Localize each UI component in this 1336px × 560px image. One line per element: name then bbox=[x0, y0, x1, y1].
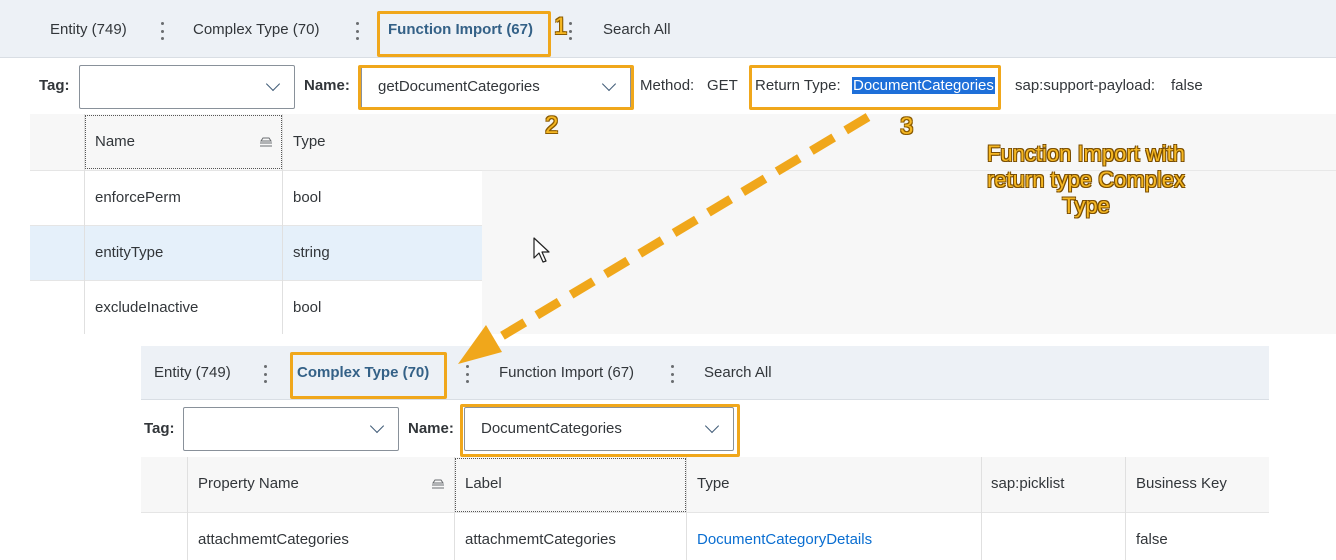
method-value: GET bbox=[707, 77, 738, 94]
annotation-step-2: 2 bbox=[545, 112, 559, 139]
annotation-box-return-type bbox=[749, 65, 1001, 110]
annotation-callout: Function Import with return type Complex… bbox=[986, 141, 1186, 218]
tab-overflow-icon[interactable] bbox=[465, 365, 469, 383]
column-header-label[interactable]: Label bbox=[465, 475, 502, 492]
method-label: Method: bbox=[640, 77, 695, 94]
annotation-step-1: 1 bbox=[554, 13, 568, 40]
type-link[interactable]: DocumentCategoryDetails bbox=[697, 531, 872, 548]
support-payload-value: false bbox=[1171, 77, 1203, 94]
table-cell: excludeInactive bbox=[95, 299, 199, 316]
annotation-box-name-select bbox=[358, 65, 634, 110]
tag-label: Tag: bbox=[144, 420, 175, 437]
annotation-box-function-import-tab bbox=[377, 11, 551, 57]
tag-label: Tag: bbox=[39, 77, 70, 94]
column-header-type[interactable]: Type bbox=[293, 133, 326, 150]
annotation-box-complex-type-tab bbox=[290, 352, 447, 399]
sort-ascending-icon bbox=[260, 137, 272, 147]
column-header-type[interactable]: Type bbox=[697, 475, 730, 492]
column-header-picklist[interactable]: sap:picklist bbox=[991, 475, 1064, 492]
mouse-cursor-icon bbox=[533, 237, 550, 263]
table-cell: enforcePerm bbox=[95, 189, 181, 206]
name-label: Name: bbox=[304, 77, 350, 94]
table-cell: bool bbox=[293, 299, 322, 316]
table-cell: entityType bbox=[95, 244, 164, 261]
table-cell: false bbox=[1136, 531, 1168, 548]
tab-function-import[interactable]: Function Import (67) bbox=[499, 346, 634, 400]
column-header-business-key[interactable]: Business Key bbox=[1136, 475, 1227, 492]
table-cell: attachmemtCategories bbox=[198, 531, 349, 548]
table-cell: bool bbox=[293, 189, 322, 206]
support-payload-label: sap:support-payload: bbox=[1015, 77, 1156, 94]
table-empty-area bbox=[482, 114, 1336, 334]
chevron-down-icon bbox=[369, 418, 385, 434]
table-cell: attachmemtCategories bbox=[465, 531, 616, 548]
tab-search-all[interactable]: Search All bbox=[704, 346, 772, 400]
tab-overflow-icon[interactable] bbox=[355, 22, 359, 40]
tab-entity[interactable]: Entity (749) bbox=[50, 0, 127, 58]
tab-overflow-icon[interactable] bbox=[160, 22, 164, 40]
name-label: Name: bbox=[408, 420, 454, 437]
table-cell: string bbox=[293, 244, 330, 261]
tab-entity[interactable]: Entity (749) bbox=[154, 346, 231, 400]
annotation-box-name-select bbox=[460, 404, 740, 457]
column-header-property-name[interactable]: Property Name bbox=[198, 475, 299, 492]
chevron-down-icon bbox=[265, 76, 281, 92]
tab-overflow-icon[interactable] bbox=[263, 365, 267, 383]
tab-search-all[interactable]: Search All bbox=[603, 0, 671, 58]
column-header-name[interactable]: Name bbox=[95, 133, 135, 150]
tag-select[interactable] bbox=[79, 65, 295, 109]
tab-complex-type[interactable]: Complex Type (70) bbox=[193, 0, 319, 58]
tab-overflow-icon[interactable] bbox=[670, 365, 674, 383]
tag-select[interactable] bbox=[183, 407, 399, 451]
tab-overflow-icon[interactable] bbox=[568, 22, 572, 40]
annotation-step-3: 3 bbox=[900, 113, 914, 140]
sort-ascending-icon bbox=[432, 479, 444, 489]
